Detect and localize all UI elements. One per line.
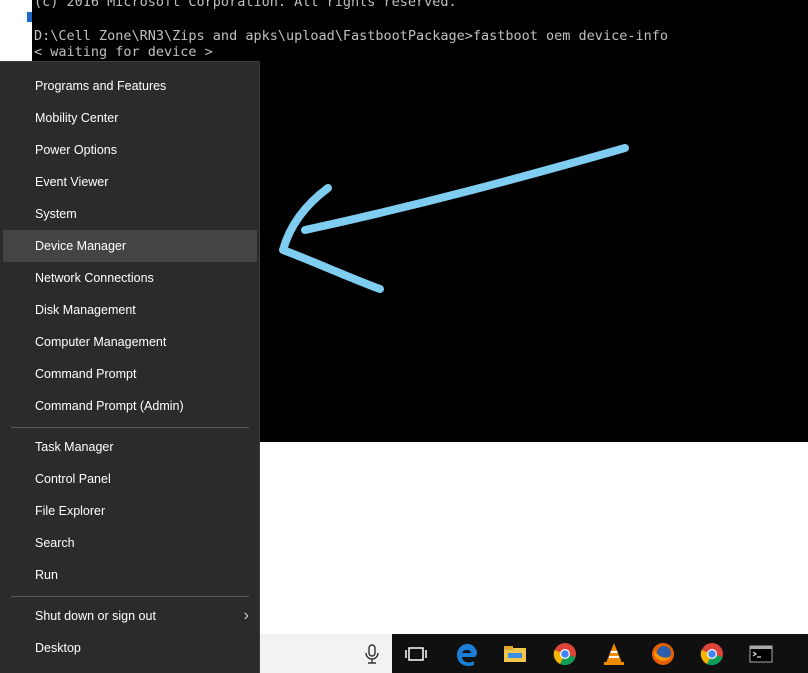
file-explorer-icon[interactable] bbox=[501, 640, 529, 668]
console-waiting-line: < waiting for device > bbox=[34, 44, 213, 60]
console-command-line: D:\Cell Zone\RN3\Zips and apks\upload\Fa… bbox=[34, 28, 668, 44]
chrome-icon[interactable] bbox=[551, 640, 579, 668]
taskbar bbox=[260, 634, 808, 673]
menu-item-command-prompt[interactable]: Command Prompt bbox=[3, 358, 257, 390]
menu-item-mobility-center[interactable]: Mobility Center bbox=[3, 102, 257, 134]
chevron-right-icon: › bbox=[243, 607, 249, 624]
console-copyright-line: (c) 2016 Microsoft Corporation. All righ… bbox=[34, 0, 457, 10]
vlc-icon[interactable] bbox=[600, 640, 628, 668]
menu-separator bbox=[11, 596, 249, 597]
microphone-icon[interactable] bbox=[358, 640, 386, 668]
edge-icon[interactable] bbox=[453, 640, 481, 668]
menu-item-programs-and-features[interactable]: Programs and Features bbox=[3, 70, 257, 102]
chrome-icon[interactable] bbox=[698, 640, 726, 668]
menu-item-system[interactable]: System bbox=[3, 198, 257, 230]
menu-item-event-viewer[interactable]: Event Viewer bbox=[3, 166, 257, 198]
command-prompt-icon[interactable] bbox=[747, 640, 775, 668]
menu-item-desktop[interactable]: Desktop bbox=[3, 632, 257, 664]
firefox-icon[interactable] bbox=[649, 640, 677, 668]
taskbar-search-box[interactable] bbox=[260, 634, 392, 673]
menu-item-command-prompt-admin[interactable]: Command Prompt (Admin) bbox=[3, 390, 257, 422]
menu-separator bbox=[11, 427, 249, 428]
menu-item-power-options[interactable]: Power Options bbox=[3, 134, 257, 166]
menu-item-file-explorer[interactable]: File Explorer bbox=[3, 495, 257, 527]
menu-item-device-manager[interactable]: Device Manager bbox=[3, 230, 257, 262]
menu-item-network-connections[interactable]: Network Connections bbox=[3, 262, 257, 294]
quick-link-menu: Programs and Features Mobility Center Po… bbox=[0, 61, 260, 673]
menu-item-shut-down-or-sign-out[interactable]: Shut down or sign out › bbox=[3, 600, 257, 632]
task-view-icon[interactable] bbox=[402, 640, 430, 668]
menu-item-computer-management[interactable]: Computer Management bbox=[3, 326, 257, 358]
menu-item-disk-management[interactable]: Disk Management bbox=[3, 294, 257, 326]
menu-item-task-manager[interactable]: Task Manager bbox=[3, 431, 257, 463]
menu-item-control-panel[interactable]: Control Panel bbox=[3, 463, 257, 495]
menu-item-run[interactable]: Run bbox=[3, 559, 257, 591]
menu-item-search[interactable]: Search bbox=[3, 527, 257, 559]
